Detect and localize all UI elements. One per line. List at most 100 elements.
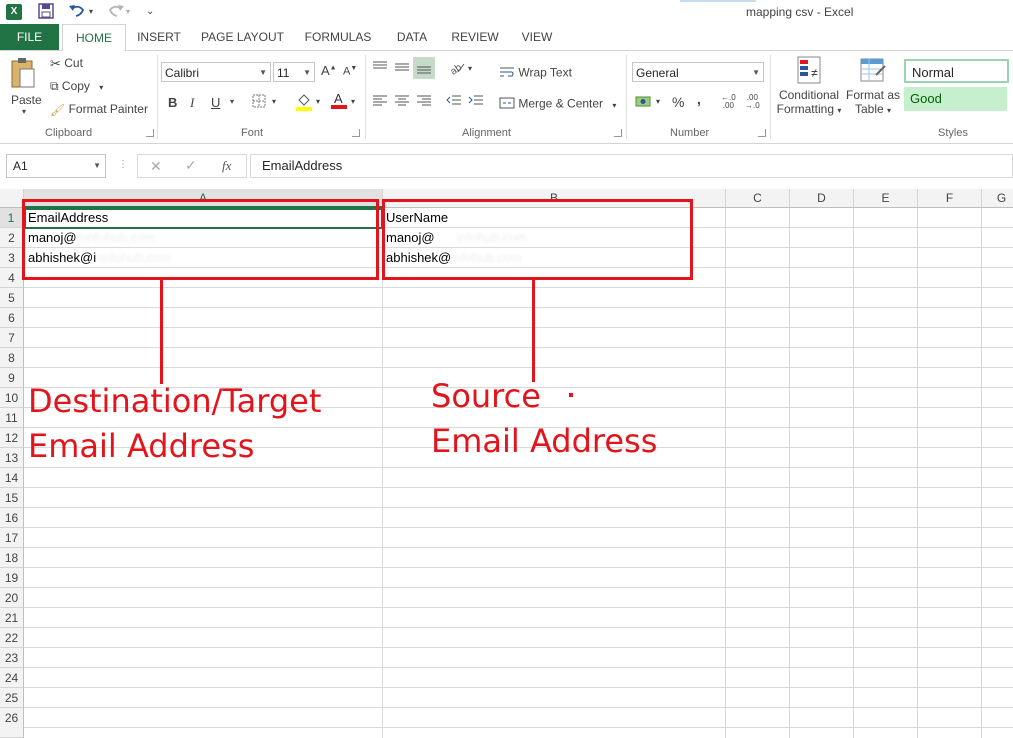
align-top-icon[interactable] [372, 60, 388, 77]
clipboard-launcher-icon[interactable] [146, 129, 154, 137]
row-header[interactable]: 25 [0, 688, 24, 708]
style-normal[interactable]: Normal [904, 59, 1009, 83]
borders-dropdown-icon[interactable]: ▾ [272, 97, 276, 106]
underline-dropdown-icon[interactable]: ▾ [230, 97, 234, 106]
enter-icon[interactable]: ✓ [185, 157, 197, 174]
number-launcher-icon[interactable] [758, 129, 766, 137]
row-header[interactable]: 3 [0, 248, 24, 268]
row-header[interactable]: 9 [0, 368, 24, 388]
row-header[interactable]: 22 [0, 628, 24, 648]
font-color-dropdown-icon[interactable]: ▾ [351, 97, 355, 106]
align-left-icon[interactable] [372, 94, 388, 111]
tab-page-layout[interactable]: PAGE LAYOUT [195, 24, 290, 50]
row-header[interactable]: 17 [0, 528, 24, 548]
borders-icon[interactable] [252, 94, 266, 111]
merge-center-button[interactable]: Merge & Center ▾ [499, 96, 616, 113]
font-color-icon[interactable]: A [331, 91, 347, 112]
orientation-icon[interactable]: ab [448, 59, 466, 78]
row-header[interactable]: 23 [0, 648, 24, 668]
tab-file[interactable]: FILE [0, 24, 59, 50]
copy-button[interactable]: ⧉ Copy ▾ [50, 79, 103, 94]
row-header[interactable]: 5 [0, 288, 24, 308]
underline-button[interactable]: U [211, 95, 220, 110]
accounting-dropdown-icon[interactable]: ▾ [656, 97, 660, 106]
column-header-e[interactable]: E [854, 189, 918, 208]
undo-icon[interactable] [68, 3, 86, 21]
increase-decimal-icon[interactable]: ←.0.00 [721, 94, 736, 110]
column-header-f[interactable]: F [918, 189, 982, 208]
row-header[interactable]: 11 [0, 408, 24, 428]
font-name-combo[interactable]: Calibri ▼ [161, 62, 271, 82]
alignment-launcher-icon[interactable] [614, 129, 622, 137]
wrap-text-button[interactable]: Wrap Text [499, 65, 572, 82]
font-launcher-icon[interactable] [352, 129, 360, 137]
align-bottom-icon[interactable] [413, 57, 435, 79]
paste-button[interactable]: Paste ▾ [10, 57, 42, 117]
column-header-d[interactable]: D [790, 189, 854, 208]
row-header[interactable]: 2 [0, 228, 24, 248]
conditional-formatting-button[interactable]: ≠ Conditional Formatting ▾ [776, 55, 842, 116]
formula-input[interactable]: EmailAddress [250, 154, 1013, 178]
cut-button[interactable]: ✂ Cut [50, 56, 83, 72]
tab-data[interactable]: DATA [388, 24, 436, 50]
increase-indent-icon[interactable] [468, 94, 484, 111]
format-painter-button[interactable]: 🖌 Format Painter [50, 102, 148, 117]
row-header[interactable]: 13 [0, 448, 24, 468]
align-right-icon[interactable] [416, 94, 432, 111]
row-header[interactable]: 12 [0, 428, 24, 448]
format-as-table-button[interactable]: Format as Table ▾ [845, 55, 901, 116]
formula-bar-grip-icon[interactable]: ⋮ [118, 159, 128, 170]
orientation-dropdown-icon[interactable]: ▾ [468, 64, 472, 73]
redo-icon[interactable] [107, 3, 125, 21]
tab-review[interactable]: REVIEW [446, 24, 504, 50]
accounting-format-icon[interactable] [635, 94, 653, 113]
row-header[interactable]: 19 [0, 568, 24, 588]
percent-style-button[interactable]: % [672, 94, 684, 110]
row-header[interactable]: 15 [0, 488, 24, 508]
gridline [24, 307, 1013, 308]
column-header-c[interactable]: C [726, 189, 790, 208]
bold-button[interactable]: B [168, 95, 177, 110]
row-header[interactable]: 4 [0, 268, 24, 288]
row-header[interactable]: 7 [0, 328, 24, 348]
cancel-icon[interactable]: ✕ [150, 158, 162, 175]
fill-color-dropdown-icon[interactable]: ▾ [316, 97, 320, 106]
row-header[interactable]: 20 [0, 588, 24, 608]
row-header[interactable]: 10 [0, 388, 24, 408]
undo-dropdown-icon[interactable]: ▾ [89, 3, 93, 21]
tab-insert[interactable]: INSERT [131, 24, 187, 50]
decrease-font-icon[interactable]: A▼ [343, 65, 357, 78]
tab-formulas[interactable]: FORMULAS [298, 24, 378, 50]
comma-style-button[interactable]: , [697, 91, 701, 107]
row-header[interactable]: 6 [0, 308, 24, 328]
name-box[interactable]: A1 ▼ [6, 154, 106, 178]
row-header[interactable]: 16 [0, 508, 24, 528]
worksheet-grid[interactable]: A B C D E F G 1 2 3 4 5 6 7 8 9 10 11 12… [0, 189, 1013, 738]
italic-button[interactable]: I [190, 95, 194, 111]
increase-font-icon[interactable]: A▲ [321, 63, 337, 78]
align-center-icon[interactable] [394, 94, 410, 111]
style-good[interactable]: Good [904, 87, 1007, 111]
row-header[interactable]: 14 [0, 468, 24, 488]
source-connector-line [532, 280, 535, 382]
save-icon[interactable] [38, 3, 54, 21]
row-header[interactable]: 18 [0, 548, 24, 568]
redo-dropdown-icon[interactable]: ▾ [126, 3, 130, 21]
row-header[interactable]: 21 [0, 608, 24, 628]
decrease-decimal-icon[interactable]: .00 →.0 [745, 94, 760, 110]
row-header[interactable]: 26 [0, 708, 24, 738]
insert-function-button[interactable]: fx [222, 158, 231, 174]
decrease-indent-icon[interactable] [446, 94, 462, 111]
row-header[interactable]: 24 [0, 668, 24, 688]
fill-color-icon[interactable] [296, 93, 312, 114]
row-header[interactable]: 1 [0, 208, 24, 228]
tab-home[interactable]: HOME [62, 24, 126, 52]
column-header-g[interactable]: G [982, 189, 1013, 208]
row-header[interactable]: 8 [0, 348, 24, 368]
customize-qat-icon[interactable]: ⌄ [146, 3, 154, 21]
font-size-combo[interactable]: 11 ▼ [273, 62, 315, 82]
tab-view[interactable]: VIEW [514, 24, 560, 50]
select-all-corner[interactable] [0, 189, 24, 208]
align-middle-icon[interactable] [394, 60, 410, 77]
number-format-combo[interactable]: General ▼ [632, 62, 764, 82]
